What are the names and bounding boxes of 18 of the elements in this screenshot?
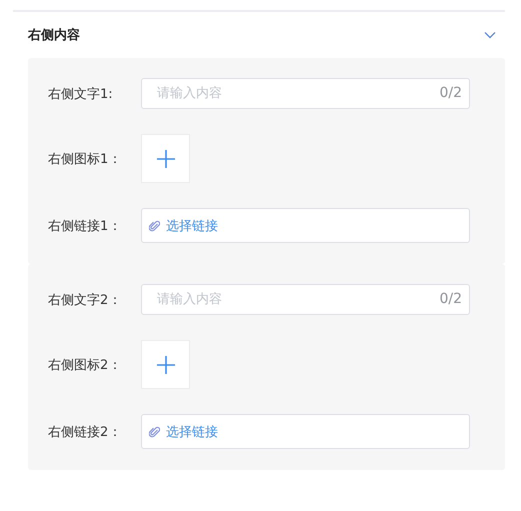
paperclip-icon: [149, 426, 160, 438]
char-counter: 0/2: [439, 85, 462, 102]
chevron-down-icon[interactable]: [484, 31, 496, 39]
plus-icon: [156, 150, 174, 168]
field-label: 右侧图标2：: [48, 356, 122, 374]
plus-icon: [156, 356, 174, 374]
link-picker-field[interactable]: 选择链接: [141, 208, 470, 243]
link-picker-field[interactable]: 选择链接: [141, 414, 470, 449]
field-label: 右侧链接2：: [48, 424, 122, 440]
field-label: 右侧链接1：: [48, 218, 122, 234]
field-label: 右侧图标1：: [48, 150, 122, 168]
paperclip-icon: [149, 220, 160, 232]
char-counter: 0/2: [439, 291, 462, 308]
field-label: 右侧文字1:: [48, 86, 114, 102]
section-title: 右侧内容: [28, 26, 80, 44]
upload-button[interactable]: [141, 134, 190, 183]
field-label: 右侧文字2：: [48, 292, 122, 308]
upload-button[interactable]: [141, 340, 190, 389]
